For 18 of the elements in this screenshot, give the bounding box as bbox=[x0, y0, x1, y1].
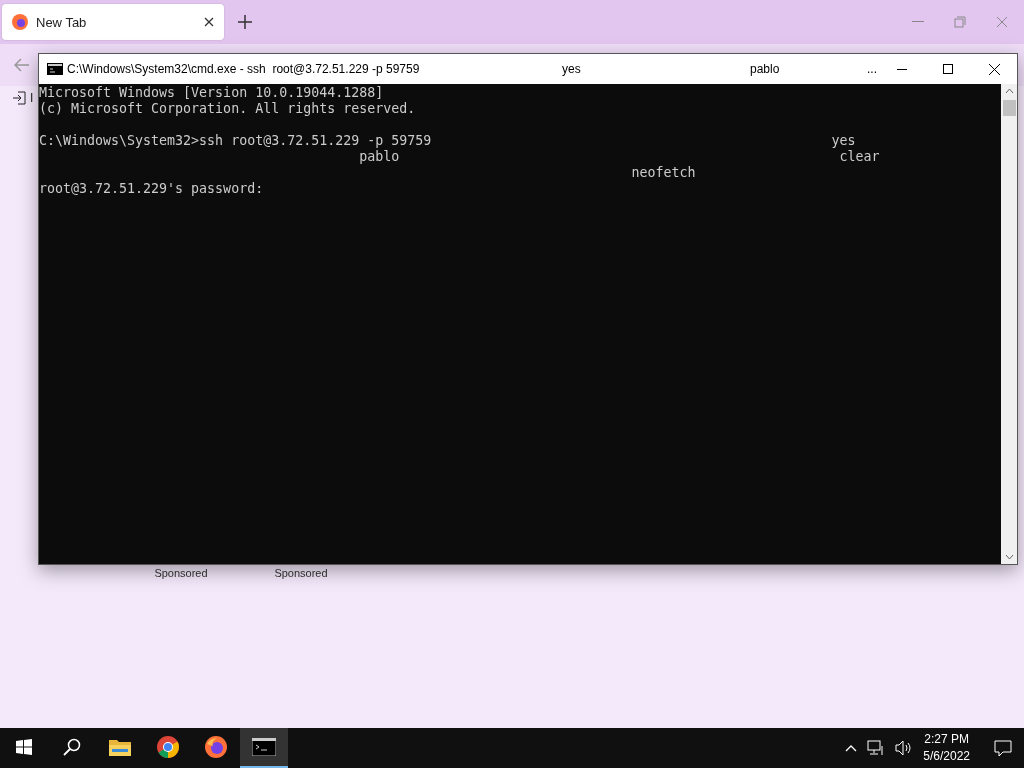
terminal-text: pablo bbox=[359, 149, 400, 164]
terminal-text: (c) Microsoft Corporation. All rights reserved. bbox=[39, 101, 416, 116]
shortcut-sublabel: Sponsored bbox=[153, 567, 209, 579]
terminal-text: neofetch bbox=[631, 165, 696, 180]
terminal-text: root@3.72.51.229's password: bbox=[39, 181, 264, 196]
bookmark-label[interactable]: I bbox=[30, 91, 34, 105]
clock-time[interactable]: 2:27 PM bbox=[924, 731, 969, 748]
terminal-text: clear bbox=[839, 149, 880, 164]
clock-date[interactable]: 5/6/2022 bbox=[923, 748, 970, 765]
window-title: ... bbox=[867, 62, 878, 76]
browser-tab[interactable]: New Tab bbox=[2, 4, 224, 40]
terminal-text: yes bbox=[831, 133, 856, 148]
window-title: pablo bbox=[750, 62, 781, 76]
terminal-text: C:\Windows\System32>ssh root@3.72.51.229 -p 59759 bbox=[39, 133, 432, 148]
window-title: yes bbox=[562, 62, 582, 76]
shortcut-sublabel: Sponsored bbox=[273, 567, 329, 579]
window-title: C:\Windows\System32\cmd.exe - ssh root@3.72.51.229 -p 59759 bbox=[67, 62, 421, 76]
terminal-text: Microsoft Windows [Version 10.0.19044.1288] bbox=[39, 85, 384, 100]
